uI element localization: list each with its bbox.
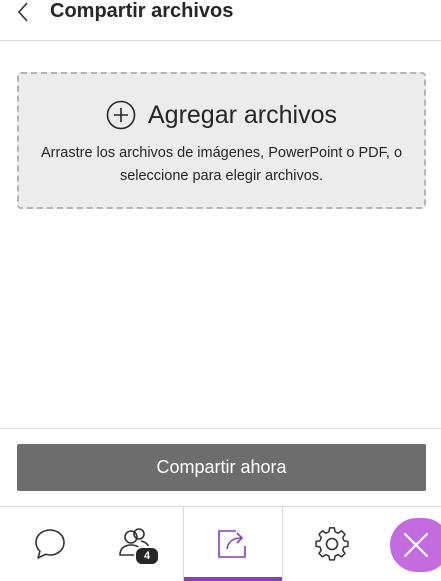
add-files-help-text: Arrastre los archivos de imágenes, Power… bbox=[40, 145, 403, 184]
footer-divider bbox=[0, 428, 441, 429]
active-tab-indicator bbox=[184, 577, 282, 581]
panel-header: Compartir archivos bbox=[0, 0, 441, 41]
chat-bubble-icon bbox=[35, 529, 65, 559]
close-icon bbox=[403, 532, 429, 558]
attendees-count-badge: 4 bbox=[134, 546, 160, 566]
add-files-row: Agregar archivos bbox=[19, 98, 424, 132]
tab-share-content[interactable] bbox=[183, 507, 283, 581]
chevron-left-icon bbox=[17, 2, 28, 22]
page-title: Compartir archivos bbox=[50, 0, 234, 22]
attendees-icon-wrap: 4 bbox=[117, 526, 160, 566]
bottom-tab-bar: 4 bbox=[0, 506, 441, 581]
back-button[interactable] bbox=[10, 0, 36, 24]
share-icon bbox=[218, 530, 246, 558]
plus-circle-icon bbox=[106, 100, 136, 130]
share-now-button[interactable]: Compartir ahora bbox=[17, 444, 426, 491]
close-panel-button[interactable] bbox=[390, 518, 441, 572]
add-files-dropzone[interactable]: Agregar archivos Arrastre los archivos d… bbox=[17, 72, 426, 209]
tab-attendees[interactable]: 4 bbox=[85, 507, 185, 581]
tab-settings[interactable] bbox=[282, 507, 382, 581]
gear-icon bbox=[315, 527, 349, 561]
add-files-label: Agregar archivos bbox=[148, 100, 337, 129]
